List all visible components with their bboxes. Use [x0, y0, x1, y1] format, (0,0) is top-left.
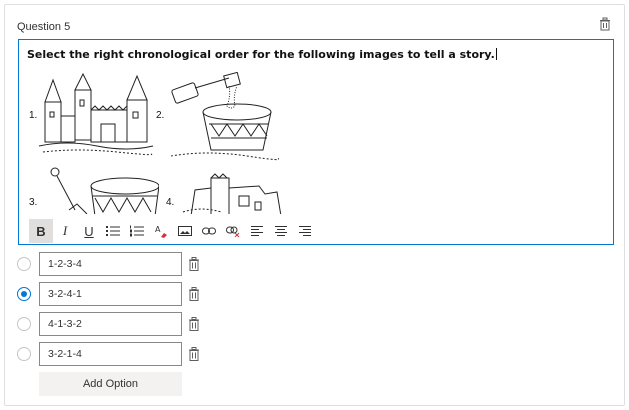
- unlink-icon: [226, 226, 240, 237]
- question-label: Question 5: [17, 21, 71, 33]
- question-editor[interactable]: Select the right chronological order for…: [18, 39, 614, 245]
- option-radio-1[interactable]: [17, 257, 31, 271]
- bullet-list-icon: [106, 226, 120, 236]
- align-right-icon: [299, 226, 311, 236]
- align-center-button[interactable]: [269, 219, 293, 243]
- align-center-icon: [275, 226, 287, 236]
- trash-icon: [189, 257, 199, 271]
- trash-icon: [189, 347, 199, 361]
- option-row: 4-1-3-2: [17, 312, 217, 336]
- image-number-2: 2.: [156, 110, 165, 121]
- trash-icon: [189, 317, 199, 331]
- insert-link-button[interactable]: [197, 219, 221, 243]
- question-prompt: Select the right chronological order for…: [27, 48, 497, 61]
- question-card: Question 5 Select the right chronologica…: [4, 4, 625, 406]
- option-input-3[interactable]: 4-1-3-2: [39, 312, 182, 336]
- option-input-2[interactable]: 3-2-4-1: [39, 282, 182, 306]
- format-toolbar: B I U A: [29, 218, 317, 244]
- numbered-list-button[interactable]: [125, 219, 149, 243]
- svg-text:A: A: [155, 225, 161, 234]
- underline-button[interactable]: U: [77, 219, 101, 243]
- font-color-icon: A: [155, 225, 167, 238]
- align-left-icon: [251, 226, 263, 236]
- link-icon: [202, 227, 216, 235]
- insert-image-button[interactable]: [173, 219, 197, 243]
- image-icon: [178, 226, 192, 236]
- option-row: 1-2-3-4: [17, 252, 217, 276]
- trash-icon: [600, 17, 610, 31]
- delete-question-button[interactable]: [598, 17, 612, 31]
- bucket-shovel-image: [170, 72, 279, 161]
- delete-option-button-1[interactable]: [188, 257, 200, 271]
- bullet-list-button[interactable]: [101, 219, 125, 243]
- delete-option-button-2[interactable]: [188, 287, 200, 301]
- crumbled-castle-image: [182, 173, 282, 214]
- image-number-4: 4.: [166, 197, 175, 208]
- option-input-1[interactable]: 1-2-3-4: [39, 252, 182, 276]
- option-radio-4[interactable]: [17, 347, 31, 361]
- shovel-bucket-image: [50, 167, 159, 214]
- underline-icon: U: [84, 223, 94, 239]
- delete-option-button-3[interactable]: [188, 317, 200, 331]
- option-radio-2[interactable]: [17, 287, 31, 301]
- italic-button[interactable]: I: [53, 219, 77, 243]
- bold-button[interactable]: B: [29, 219, 53, 243]
- numbered-list-icon: [130, 225, 144, 237]
- option-input-4[interactable]: 3-2-1-4: [39, 342, 182, 366]
- align-right-button[interactable]: [293, 219, 317, 243]
- option-row: 3-2-1-4: [17, 342, 217, 366]
- remove-link-button[interactable]: [221, 219, 245, 243]
- image-number-3: 3.: [29, 197, 38, 208]
- font-color-button[interactable]: A: [149, 219, 173, 243]
- option-radio-3[interactable]: [17, 317, 31, 331]
- trash-icon: [189, 287, 199, 301]
- add-option-button[interactable]: Add Option: [39, 372, 182, 396]
- sandcastle-image: [38, 72, 154, 156]
- option-row: 3-2-4-1: [17, 282, 217, 306]
- bold-icon: B: [36, 223, 46, 239]
- editor-content[interactable]: Select the right chronological order for…: [19, 40, 599, 214]
- delete-option-button-4[interactable]: [188, 347, 200, 361]
- italic-icon: I: [62, 223, 68, 238]
- align-left-button[interactable]: [245, 219, 269, 243]
